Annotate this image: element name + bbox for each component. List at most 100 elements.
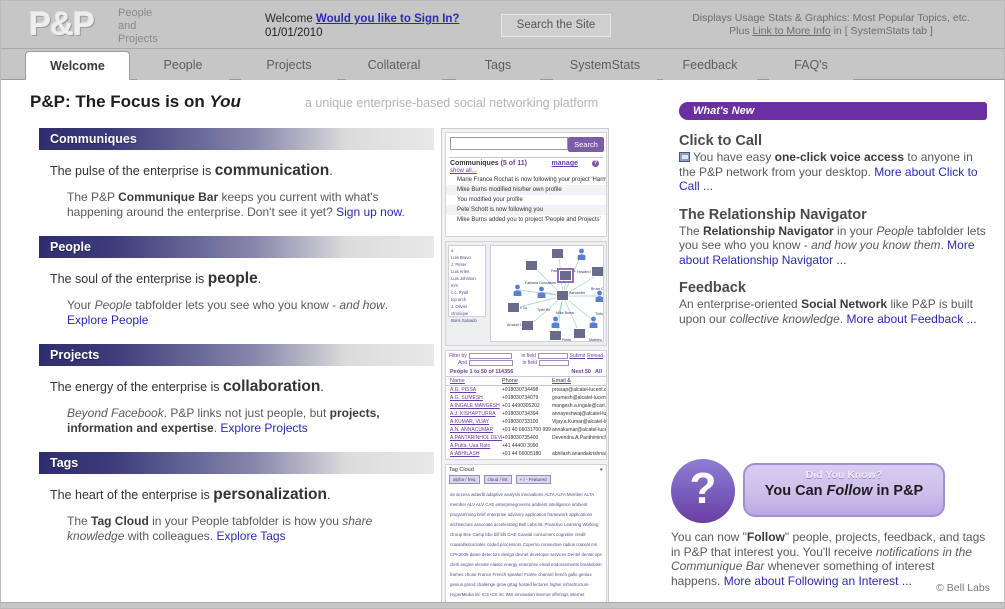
- bottom-divider: [1, 602, 1004, 608]
- filter-input-1[interactable]: [468, 353, 513, 359]
- nav-next[interactable]: Next 50: [571, 369, 591, 375]
- network-sidebar-item[interactable]: Luis Johnson: [451, 276, 485, 281]
- table-row[interactable]: A.KUMAR, VIJAY +918030733100 Vijay.a.Kumar…: [446, 418, 606, 426]
- search-site-button[interactable]: Search the Site: [501, 14, 611, 37]
- table-row[interactable]: A.N. ANNACUMAR +91 40 66031700 999 annakum…: [446, 426, 606, 434]
- cell-name[interactable]: A.N. ANNACUMAR: [446, 427, 502, 433]
- network-node[interactable]: Paul Lafougere: [573, 328, 597, 341]
- manage-link[interactable]: manage: [552, 160, 578, 167]
- network-sidebar-item[interactable]: Boris Salvado: [451, 318, 485, 323]
- nav-all[interactable]: All: [595, 369, 602, 375]
- body-italic-2: and how: [339, 298, 385, 312]
- count-text: People 1 to 50 of 114356: [450, 369, 514, 375]
- cell-name[interactable]: A.J. KISHAPTURRA: [446, 411, 502, 417]
- preview-tag-cloud[interactable]: ● Tag Cloud alpha / freq cloud / list + …: [445, 464, 607, 608]
- communique-row[interactable]: Mike Burns modified his/her own profile: [446, 185, 606, 195]
- cell-name[interactable]: A.ABHILASH: [446, 451, 502, 457]
- preview-communiques[interactable]: Search ? manage Communiques (5 of 11) sh…: [445, 132, 607, 237]
- sign-up-now-link[interactable]: Sign up now: [336, 205, 401, 219]
- network-sidebar-item[interactable]: ctronique: [451, 311, 485, 316]
- sign-in-link[interactable]: Would you like to Sign In?: [316, 13, 460, 25]
- explore-tags-link[interactable]: Explore Tags: [216, 529, 285, 543]
- network-sidebar-item[interactable]: J. Olivier: [451, 304, 485, 309]
- person-icon: [595, 290, 603, 302]
- column-email[interactable]: Email &: [552, 378, 606, 384]
- cell-name[interactable]: A.INGALE MANGESH: [446, 403, 502, 409]
- communique-row[interactable]: Mike Burns added you to project 'People …: [446, 215, 606, 225]
- filter-field-select-2[interactable]: [539, 360, 569, 366]
- tab-projects[interactable]: Projects: [241, 51, 337, 80]
- tab-people[interactable]: People: [137, 51, 229, 80]
- network-node[interactable]: Robert Lucas: [549, 330, 570, 341]
- tag-control-cloud-list[interactable]: cloud / list: [483, 475, 512, 484]
- table-row[interactable]: A.Putta, Uaa Rato +41 44400 3990: [446, 442, 606, 450]
- network-sidebar-item[interactable]: mm: [451, 283, 485, 288]
- network-sidebar-item[interactable]: J. Pinter: [451, 262, 485, 267]
- table-row[interactable]: A.G. PISSA +918030734498 prissap@alcatel-l…: [446, 386, 606, 394]
- network-node[interactable]: Fabiana Goncalves: [525, 260, 556, 289]
- communique-row[interactable]: You modified your profile: [446, 195, 606, 205]
- network-node[interactable]: Tyler Ho: [537, 286, 550, 316]
- column-phone[interactable]: Phone: [502, 378, 552, 384]
- section-lead-people: The soul of the enterprise is people.: [50, 270, 434, 288]
- network-canvas[interactable]: Patricia Dantas Howard Hender Fabiana Go…: [490, 245, 604, 342]
- network-sidebar-item[interactable]: top arch: [451, 297, 485, 302]
- submit-button[interactable]: Submit: [570, 353, 586, 359]
- table-row[interactable]: A.PANTARINHOL DEVENDRA+918030735400 Deven…: [446, 434, 606, 442]
- cell-email: goumesh@alcatel-lucent.com: [552, 395, 606, 401]
- network-node[interactable]: Pete Schott: [521, 320, 540, 341]
- explore-people-link[interactable]: Explore People: [67, 313, 148, 327]
- more-info-link[interactable]: Link to More Info: [753, 25, 831, 37]
- page-title-focus: The Focus is on: [75, 92, 210, 111]
- mini-search-button[interactable]: Search: [568, 137, 604, 152]
- preview-people-directory[interactable]: Filter by in field Submit Reload And in …: [445, 350, 607, 460]
- filter-field-select-1[interactable]: [537, 353, 568, 359]
- tab-systemstats[interactable]: SystemStats: [553, 51, 657, 80]
- network-sidebar-item[interactable]: Luis Bravo: [451, 255, 485, 260]
- did-you-know-label: Did You Know?: [805, 469, 883, 481]
- more-about-following-link[interactable]: More about Following an Interest ...: [724, 574, 912, 588]
- table-row[interactable]: A.G. SUMESH +918030734079 goumesh@alcatel-…: [446, 394, 606, 402]
- network-sidebar-item[interactable]: c.c. Ryall: [451, 290, 485, 295]
- explore-projects-link[interactable]: Explore Projects: [220, 421, 307, 435]
- cell-email: Vijay.a.Kumar@alcatel-lucent.c: [552, 419, 606, 425]
- network-sidebar-item[interactable]: a: [451, 248, 485, 253]
- network-node-center[interactable]: Mike Burns: [556, 290, 574, 319]
- logo-sub-line-2: and: [118, 20, 137, 32]
- cell-name[interactable]: A.KUMAR, VIJAY: [446, 419, 502, 425]
- cell-name[interactable]: A.G. PISSA: [446, 387, 502, 393]
- tab-tags[interactable]: Tags: [456, 51, 540, 80]
- tag-control-alpha-freq[interactable]: alpha / freq: [449, 475, 480, 484]
- cell-phone: +91 44 66005180: [502, 451, 542, 457]
- did-you-know-box[interactable]: Did You Know? You Can Follow in P&P: [743, 463, 945, 517]
- body-text-3: with colleagues.: [124, 529, 217, 543]
- tab-feedback[interactable]: Feedback: [663, 51, 757, 80]
- tab-welcome[interactable]: Welcome: [25, 51, 130, 80]
- table-row[interactable]: A.J. KISHAPTURRA +918030734394 annayeshwaj…: [446, 410, 606, 418]
- section-header-tags: Tags: [39, 452, 434, 474]
- network-sidebar-item[interactable]: Luis Arlen: [451, 269, 485, 274]
- cell-name[interactable]: A.Putta, Uaa Rato: [446, 443, 502, 449]
- mini-search-input[interactable]: [450, 137, 568, 150]
- column-name[interactable]: Name: [446, 378, 502, 384]
- filter-input-2[interactable]: [469, 360, 513, 366]
- tab-collateral[interactable]: Collateral: [346, 51, 442, 80]
- table-row[interactable]: A.INGALE MANGESH +01 4490305202 mangesh.a.…: [446, 402, 606, 410]
- communique-row[interactable]: Pete Schott is now following you: [446, 205, 606, 215]
- avatar: [557, 268, 574, 283]
- tag-control-featured[interactable]: + / - Featured: [515, 475, 551, 484]
- avatar: [591, 266, 603, 277]
- tag-list[interactable]: de access waterfit adaptive analysis inn…: [450, 492, 602, 608]
- show-all-link[interactable]: show all...: [446, 167, 606, 175]
- preview-relationship-navigator[interactable]: a Luis Bravo J. Pinter Luis Arlen Luis J…: [445, 241, 607, 346]
- more-about-feedback-link[interactable]: More about Feedback ...: [846, 312, 976, 326]
- lead-pre: The energy of the enterprise is: [50, 380, 224, 394]
- tag-cloud-options-icon[interactable]: ●: [600, 467, 603, 473]
- cell-name[interactable]: A.G. SUMESH: [446, 395, 502, 401]
- tab-faqs[interactable]: FAQ's: [769, 51, 853, 80]
- communique-row[interactable]: Marie France Rochat is now following you…: [446, 175, 606, 185]
- reload-button[interactable]: Reload: [587, 353, 603, 359]
- table-row[interactable]: A.ABHILASH +91 44 66005180 abhilash.ananda…: [446, 450, 606, 458]
- help-icon[interactable]: ?: [592, 160, 599, 167]
- cell-name[interactable]: A.PANTARINHOL DEVENDRA: [446, 435, 502, 441]
